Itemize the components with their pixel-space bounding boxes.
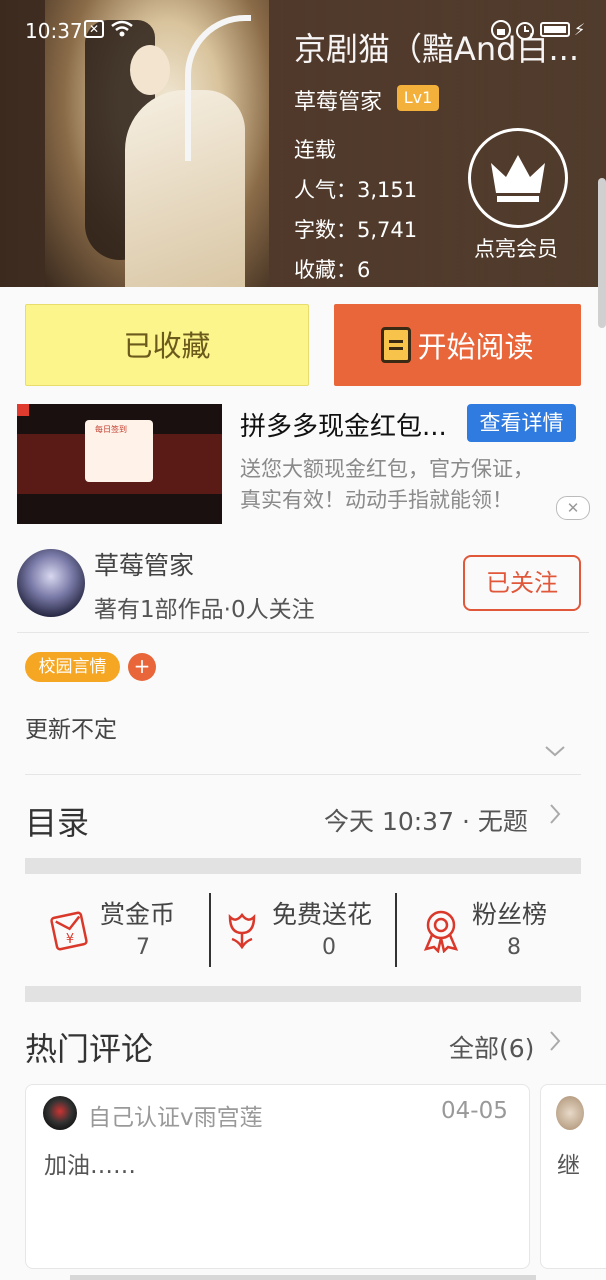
update-schedule: 更新不定 [25,717,117,743]
stat-value: 7 [136,935,150,960]
section-separator [25,858,581,874]
ad-close-icon[interactable]: ✕ [556,496,590,520]
award-ribbon-icon [423,910,459,953]
ad-image-caption: 每日签到 [95,425,127,434]
comment-text: 加油…… [44,1153,136,1179]
tag-campus-romance[interactable]: 校园言情 [25,652,120,682]
commenter-name[interactable]: 自己认证v雨宫莲 [88,1098,263,1132]
free-flower-stat[interactable]: 免费送花 0 [222,895,392,967]
start-reading-label: 开始阅读 [417,330,534,364]
stat-label: 免费送花 [272,900,373,929]
member-label[interactable]: 点亮会员 [468,233,564,263]
popularity-stat: 人气：3,151 [294,178,418,202]
chevron-right-icon[interactable] [548,802,562,826]
fan-ranking-stat[interactable]: 粉丝榜 8 [420,895,580,967]
scrollbar[interactable] [598,178,606,328]
author-name[interactable]: 草莓管家 [94,546,194,582]
author-avatar[interactable] [17,549,85,617]
toc-label[interactable]: 目录 [25,798,89,844]
notification-icon: ✕ [84,20,104,38]
divider [17,632,589,633]
author-level-badge: Lv1 [397,85,439,111]
ad-description-line-2: 真实有效！动动手指就能领！ [240,488,513,512]
ad-title[interactable]: 拼多多现金红包... [240,406,447,443]
stat-label: 赏金币 [100,900,176,929]
section-separator [25,986,581,1002]
flower-icon [228,912,256,950]
divider [395,893,397,967]
lock-rotation-icon [491,20,511,40]
commenter-avatar[interactable] [556,1096,584,1130]
svg-text:¥: ¥ [66,932,74,947]
chevron-right-icon[interactable] [548,1029,562,1053]
red-envelope-icon: ¥ [50,911,88,951]
header-author-name[interactable]: 草莓管家 [294,84,382,116]
carousel-indicator [70,1275,536,1280]
book-icon [381,327,412,363]
follow-button[interactable]: 已关注 [463,555,581,611]
alarm-icon [516,22,534,40]
comment-text: 继 [557,1153,580,1179]
comment-date: 04-05 [441,1098,508,1124]
favorited-button[interactable]: 已收藏 [25,304,309,386]
member-crown-button[interactable] [468,128,568,228]
start-reading-button[interactable]: 开始阅读 [334,304,581,386]
toc-latest-chapter[interactable]: 今天 10:37 · 无题 [324,802,528,838]
stat-value: 0 [322,935,336,960]
add-tag-button[interactable]: + [128,653,156,681]
status-time: 10:37 [25,19,83,43]
battery-icon [540,22,570,37]
charging-icon: ⚡ [574,20,586,39]
divider [25,774,581,775]
hot-comments-label: 热门评论 [25,1030,154,1068]
all-comments-link[interactable]: 全部(6) [449,1029,534,1065]
stat-value: 8 [507,935,521,960]
stat-label: 粉丝榜 [472,900,548,929]
crown-icon [491,155,545,202]
reward-coins-stat[interactable]: ¥ 赏金币 7 [48,895,208,967]
collections-stat: 收藏：6 [294,258,371,282]
ad-image[interactable]: 每日签到 [17,404,222,524]
commenter-avatar[interactable] [43,1096,77,1130]
serial-status: 连载 [294,138,336,162]
wifi-icon [111,20,133,37]
divider [209,893,211,967]
ad-detail-button[interactable]: 查看详情 [467,404,576,442]
word-count-stat: 字数：5,741 [294,218,418,242]
ad-description-line-1: 送您大额现金红包，官方保证， [240,457,534,481]
chevron-down-icon[interactable] [544,744,566,758]
status-bar: 10:37 ✕ ⚡ [0,0,606,62]
author-meta: 著有1部作品·0人关注 [94,597,315,623]
